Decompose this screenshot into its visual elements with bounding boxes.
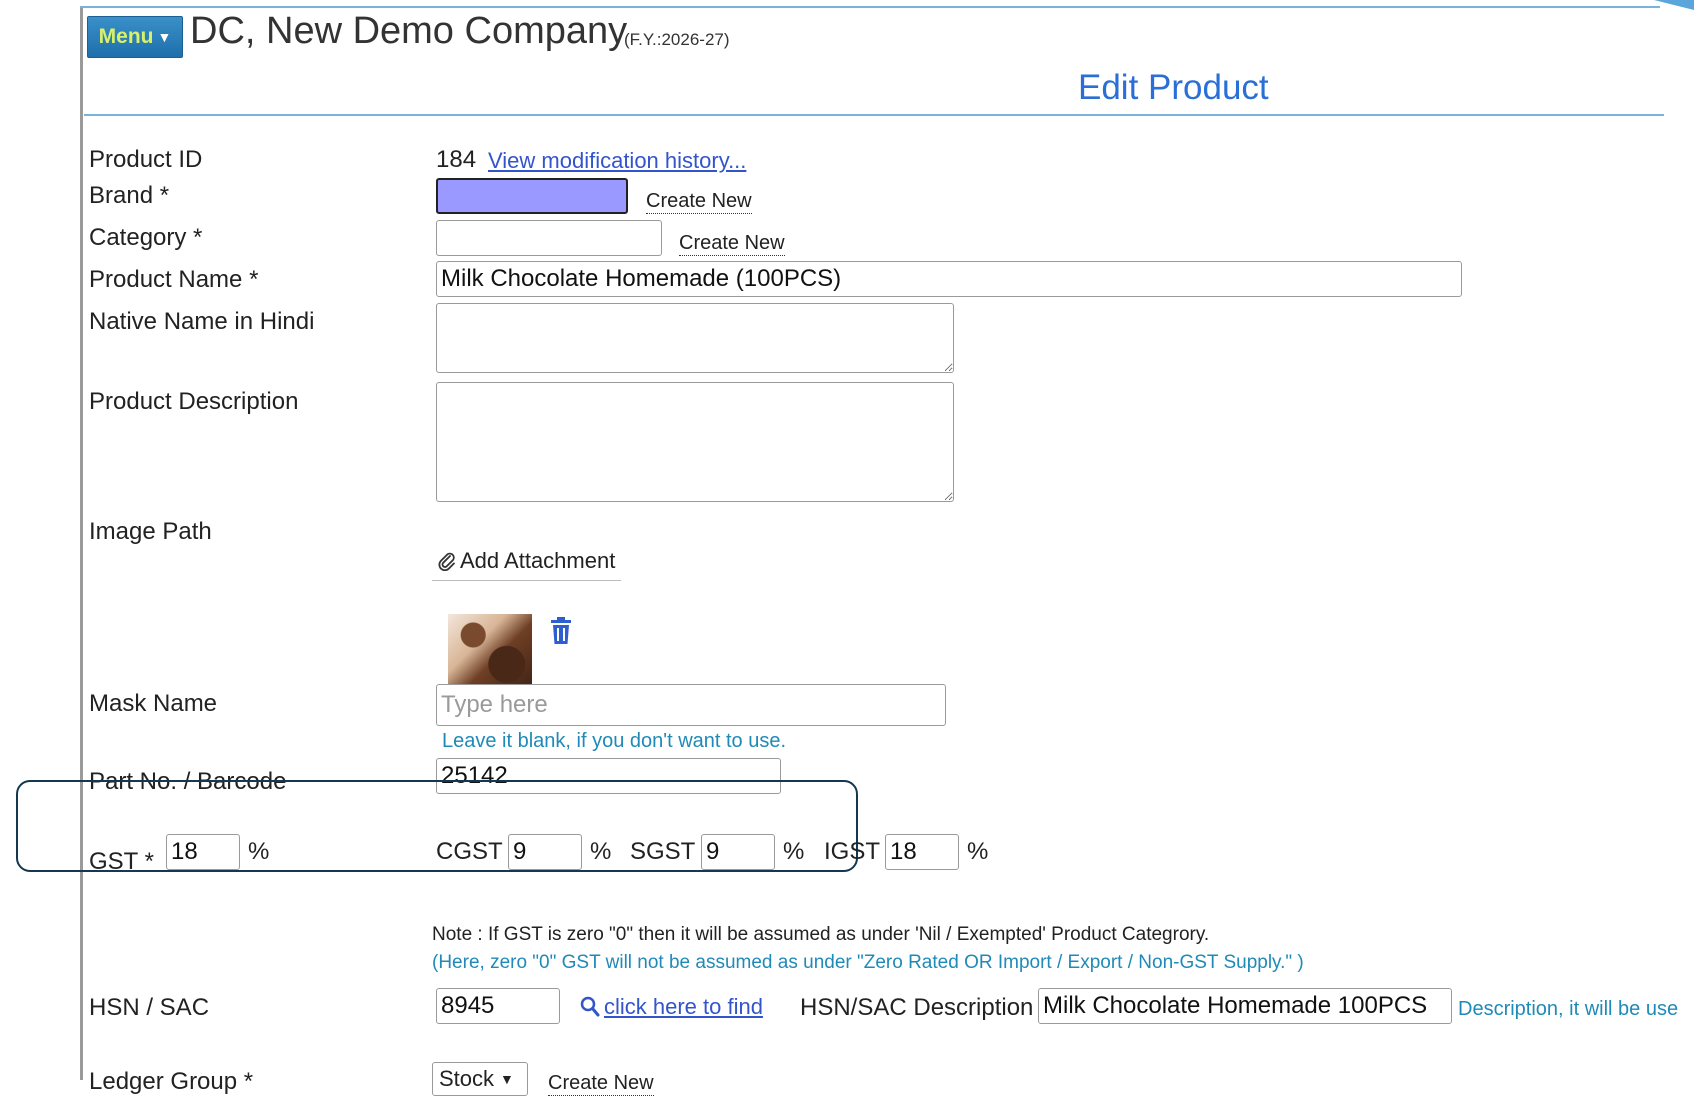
igst-percent: % bbox=[967, 838, 989, 865]
paperclip-icon bbox=[438, 552, 455, 571]
brand-label: Brand * bbox=[89, 182, 170, 209]
trash-icon[interactable] bbox=[548, 616, 574, 646]
sgst-label: SGST bbox=[630, 838, 696, 865]
chevron-down-icon: ▼ bbox=[500, 1071, 514, 1087]
mask-name-label: Mask Name bbox=[89, 690, 218, 717]
product-id-label: Product ID bbox=[89, 146, 203, 173]
add-attachment-button[interactable]: Add Attachment bbox=[432, 542, 622, 581]
header-divider bbox=[84, 114, 1664, 116]
gst-note: Note : If GST is zero "0" then it will b… bbox=[432, 924, 1210, 945]
mask-name-hint: Leave it blank, if you don't want to use… bbox=[442, 730, 787, 752]
top-border bbox=[80, 6, 1660, 8]
view-history-link[interactable]: View modification history... bbox=[488, 148, 746, 174]
product-name-label: Product Name * bbox=[89, 266, 259, 293]
hsn-desc-label: HSN/SAC Description bbox=[800, 994, 1034, 1021]
category-create-new-link[interactable]: Create New bbox=[679, 232, 785, 256]
ledger-group-value: Stock bbox=[439, 1066, 495, 1091]
hsn-find-link[interactable]: click here to find bbox=[580, 994, 763, 1020]
product-id-value: 184 bbox=[436, 146, 477, 173]
cgst-input[interactable] bbox=[508, 834, 582, 870]
company-name: DC, New Demo Company bbox=[190, 10, 628, 52]
chevron-down-icon: ▼ bbox=[157, 29, 172, 45]
description-textarea[interactable] bbox=[436, 382, 954, 502]
hsn-input[interactable] bbox=[436, 988, 560, 1024]
native-name-textarea[interactable] bbox=[436, 303, 954, 373]
sgst-percent: % bbox=[783, 838, 805, 865]
menu-button[interactable]: Menu ▼ bbox=[87, 16, 183, 58]
fiscal-year: (F.Y.:2026-27) bbox=[624, 30, 730, 49]
ledger-create-new-link[interactable]: Create New bbox=[548, 1072, 654, 1096]
corner-accent bbox=[1654, 0, 1694, 10]
ledger-group-label: Ledger Group * bbox=[89, 1068, 254, 1095]
gst-percent: % bbox=[248, 838, 270, 865]
page-left-border bbox=[80, 8, 83, 1080]
igst-label: IGST bbox=[824, 838, 881, 865]
cgst-label: CGST bbox=[436, 838, 503, 865]
part-no-label: Part No. / Barcode bbox=[89, 768, 287, 795]
add-attachment-label: Add Attachment bbox=[460, 548, 616, 573]
hsn-desc-input[interactable] bbox=[1038, 988, 1452, 1024]
gst-label: GST * bbox=[89, 848, 154, 875]
hsn-desc-hint: Description, it will be use bbox=[1458, 998, 1679, 1020]
brand-create-new-link[interactable]: Create New bbox=[646, 190, 752, 214]
search-icon bbox=[580, 996, 600, 1017]
product-name-input[interactable] bbox=[436, 261, 1462, 297]
category-label: Category * bbox=[89, 224, 203, 251]
native-name-label: Native Name in Hindi bbox=[89, 308, 315, 335]
ledger-group-select[interactable]: Stock ▼ bbox=[432, 1062, 528, 1096]
cgst-percent: % bbox=[590, 838, 612, 865]
image-path-label: Image Path bbox=[89, 518, 212, 545]
menu-button-label: Menu bbox=[98, 25, 154, 48]
gst-input[interactable] bbox=[166, 834, 240, 870]
hsn-label: HSN / SAC bbox=[89, 994, 210, 1021]
description-label: Product Description bbox=[89, 388, 299, 415]
sgst-input[interactable] bbox=[701, 834, 775, 870]
brand-select[interactable] bbox=[436, 178, 628, 214]
gst-note-blue: (Here, zero "0" GST will not be assumed … bbox=[432, 952, 1304, 973]
igst-input[interactable] bbox=[885, 834, 959, 870]
part-no-input[interactable] bbox=[436, 758, 781, 794]
mask-name-input[interactable] bbox=[436, 684, 946, 726]
hsn-find-label: click here to find bbox=[604, 994, 763, 1019]
category-select[interactable] bbox=[436, 220, 662, 256]
page-title: Edit Product bbox=[1078, 68, 1269, 107]
